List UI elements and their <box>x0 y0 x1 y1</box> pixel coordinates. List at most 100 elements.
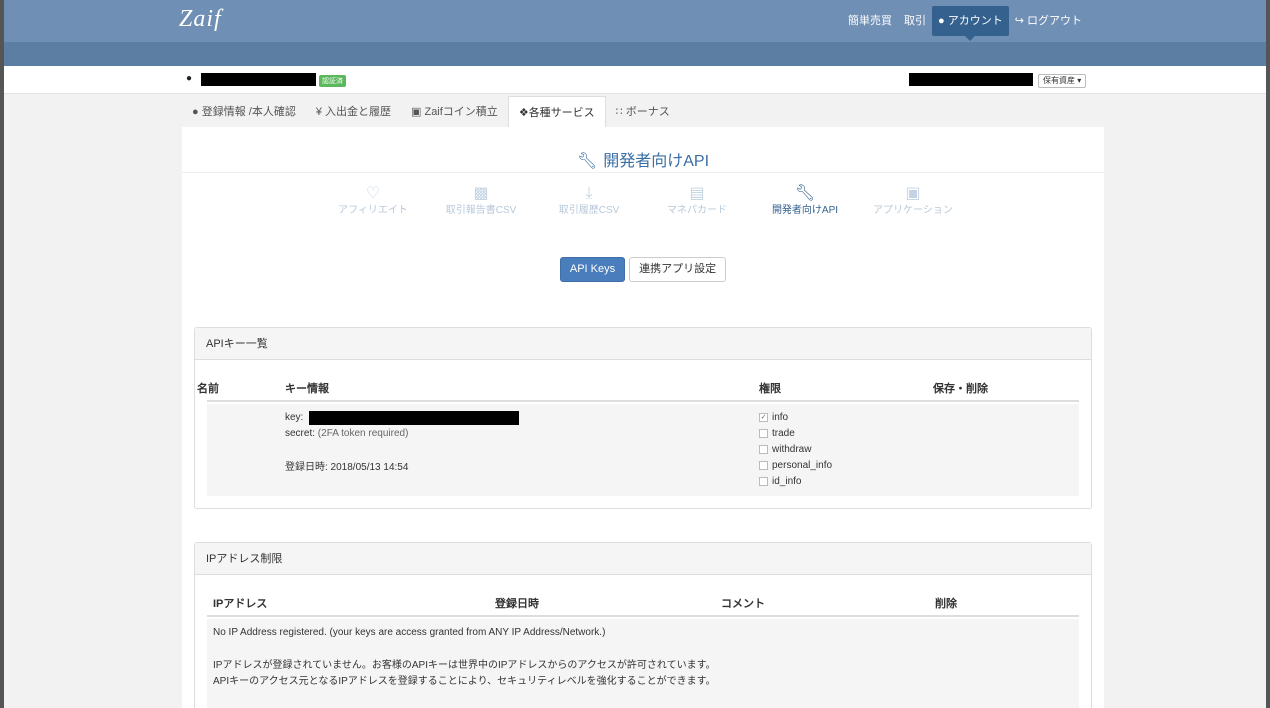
perm-id-info[interactable]: id_info <box>759 476 801 487</box>
zaif-logo[interactable]: Zaif <box>179 6 222 33</box>
card-icon: ▤ <box>689 185 705 202</box>
perm-withdraw[interactable]: withdraw <box>759 444 811 455</box>
divider <box>182 172 1104 173</box>
service-application[interactable]: ▣ アプリケーション <box>859 183 967 217</box>
key-label: key: <box>285 412 304 423</box>
assets-dropdown[interactable]: 保有資産 ▾ <box>1038 74 1087 88</box>
secret-value: (2FA token required) <box>317 428 409 439</box>
service-trade-history-csv[interactable]: ⤓ 取引履歴CSV <box>535 183 643 217</box>
heart-icon: ♡ <box>365 185 381 202</box>
linked-apps-button[interactable]: 連携アプリ設定 <box>629 257 727 282</box>
nav-account-label: アカウント <box>947 15 1003 27</box>
service-label: マネパカード <box>667 205 727 216</box>
col-ip-address: IPアドレス <box>213 598 268 610</box>
yen-icon: ¥ <box>315 106 326 118</box>
perm-label: id_info <box>772 476 802 487</box>
panel-title: IPアドレス制限 <box>195 543 1091 575</box>
tab-label: ボーナス <box>625 106 670 118</box>
account-tabs: ● 登録情報 /本人確認 ¥ 入出金と履歴 ▣ Zaifコイン積立 ❖各種サービ… <box>182 96 680 128</box>
tab-bonus[interactable]: ∷ ボーナス <box>606 96 680 128</box>
checkbox[interactable] <box>759 461 768 470</box>
api-table-header: 名前 キー情報 権限 保存・削除 <box>197 370 1079 402</box>
tab-label: Zaifコイン積立 <box>424 106 498 118</box>
ip-table-header: IPアドレス 登録日時 コメント 削除 <box>207 585 1079 617</box>
briefcase-icon: ▣ <box>905 185 921 202</box>
perm-info[interactable]: ✓ info <box>759 412 788 423</box>
table-row: key: secret: (2FA token required) 登録日時: … <box>207 404 1079 496</box>
top-nav: 簡単売買 取引 ● アカウント ↪ ログアウト <box>842 0 1088 42</box>
ip-empty-en: No IP Address registered. (your keys are… <box>213 627 606 638</box>
tab-deposit-history[interactable]: ¥ 入出金と履歴 <box>306 96 401 128</box>
service-trade-report-csv[interactable]: ▩ 取引報告書CSV <box>427 183 535 217</box>
nav-account[interactable]: ● アカウント <box>932 6 1009 41</box>
ip-empty-ja-1: IPアドレスが登録されていません。お客様のAPIキーは世界中のIPアドレスからの… <box>213 660 716 671</box>
perm-label: personal_info <box>772 460 833 471</box>
perm-label: withdraw <box>772 444 812 455</box>
service-label: 開発者向けAPI <box>771 205 839 216</box>
ip-empty-row: No IP Address registered. (your keys are… <box>207 619 1079 708</box>
col-name: 名前 <box>197 383 219 395</box>
checkbox[interactable] <box>759 477 768 486</box>
perm-label: info <box>772 412 789 423</box>
service-label: アプリケーション <box>873 205 953 216</box>
redacted-username <box>201 73 316 86</box>
service-label: 取引履歴CSV <box>558 205 620 216</box>
user-icon: ● <box>192 106 202 118</box>
wrench-icon: 🔧︎ <box>794 185 816 202</box>
user-bar: ● 認証済 保有資産 ▾ <box>4 66 1266 94</box>
secret-label: secret: <box>285 428 316 439</box>
checkbox[interactable] <box>759 429 768 438</box>
tab-zaif-coin[interactable]: ▣ Zaifコイン積立 <box>401 96 508 128</box>
file-icon: ▩ <box>473 185 489 202</box>
panel-title: APIキー一覧 <box>195 328 1091 360</box>
main-card: 🔧︎ 開発者向けAPI ♡ アフィリエイト ▩ 取引報告書CSV ⤓ 取引履歴CSV ▤… <box>182 127 1104 708</box>
secret-line: secret: (2FA token required) <box>285 428 408 439</box>
col-comment: コメント <box>721 598 765 610</box>
checkbox-checked[interactable]: ✓ <box>759 413 768 422</box>
api-keys-button[interactable]: API Keys <box>559 257 626 282</box>
ip-restriction-panel: IPアドレス制限 IPアドレス 登録日時 コメント 削除 No IP Addre… <box>194 542 1092 708</box>
savings-icon: ▣ <box>411 106 425 118</box>
page-title: 🔧︎ 開発者向けAPI <box>182 147 1104 171</box>
col-key-info: キー情報 <box>285 383 329 395</box>
download-icon: ⤓ <box>585 185 593 202</box>
tab-label: 各種サービス <box>528 107 595 119</box>
tab-label: 入出金と履歴 <box>325 106 392 118</box>
col-registered: 登録日時 <box>495 598 539 610</box>
registered-date: 登録日時: 2018/05/13 14:54 <box>285 462 409 473</box>
page-title-text: 開発者向けAPI <box>603 153 710 170</box>
api-keys-panel: APIキー一覧 名前 キー情報 権限 保存・削除 key: secret: (2… <box>194 327 1092 509</box>
tab-label: 登録情報 /本人確認 <box>201 106 296 118</box>
checkbox[interactable] <box>759 445 768 454</box>
service-label: 取引報告書CSV <box>445 205 517 216</box>
nav-easy-trade[interactable]: 簡単売買 <box>842 6 898 36</box>
col-permissions: 権限 <box>759 383 781 395</box>
service-manepa-card[interactable]: ▤ マネパカード <box>643 183 751 217</box>
service-label: アフィリエイト <box>338 205 408 216</box>
col-delete: 削除 <box>935 598 957 610</box>
user-icon: ● <box>938 15 945 27</box>
nav-logout-label: ログアウト <box>1027 15 1082 27</box>
nav-trade[interactable]: 取引 <box>898 6 932 36</box>
redacted-balance <box>909 73 1033 86</box>
ip-empty-ja-2: APIキーのアクセス元となるIPアドレスを登録することにより、セキュリティレベル… <box>213 676 716 687</box>
perm-label: trade <box>772 428 795 439</box>
user-icon: ● <box>186 73 193 84</box>
top-navbar: Zaif 簡単売買 取引 ● アカウント ↪ ログアウト <box>4 0 1266 42</box>
redacted-key <box>309 411 519 425</box>
service-developer-api[interactable]: 🔧︎ 開発者向けAPI <box>751 183 859 217</box>
perm-trade[interactable]: trade <box>759 428 795 439</box>
perm-personal-info[interactable]: personal_info <box>759 460 832 471</box>
tab-registration[interactable]: ● 登録情報 /本人確認 <box>182 96 306 128</box>
tab-services[interactable]: ❖各種サービス <box>507 96 606 128</box>
tags-icon: ❖ <box>518 107 529 119</box>
verified-badge: 認証済 <box>319 75 346 87</box>
top-subbar <box>4 42 1266 66</box>
col-save-delete: 保存・削除 <box>933 383 988 395</box>
logout-icon: ↪ <box>1014 15 1024 27</box>
service-affiliate[interactable]: ♡ アフィリエイト <box>319 183 427 217</box>
service-menu: ♡ アフィリエイト ▩ 取引報告書CSV ⤓ 取引履歴CSV ▤ マネパカード 🔧︎ 開発… <box>182 183 1104 217</box>
nav-logout[interactable]: ↪ ログアウト <box>1009 6 1088 36</box>
api-subtabs: API Keys 連携アプリ設定 <box>182 257 1104 282</box>
wrench-icon: 🔧︎ <box>576 153 598 170</box>
